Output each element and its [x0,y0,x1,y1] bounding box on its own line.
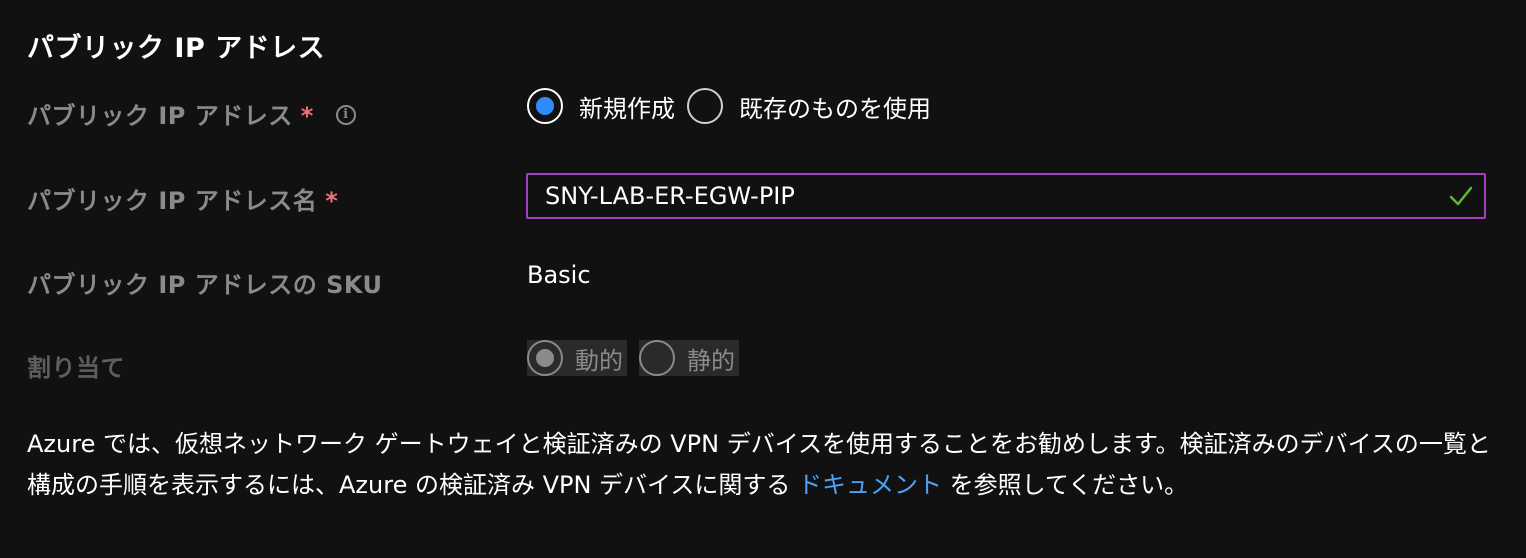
radio-button-unselected-disabled [639,340,675,376]
public-ip-name-input[interactable]: SNY-LAB-ER-EGW-PIP [526,173,1486,219]
assignment-label: 割り当て [27,348,125,383]
public-ip-name-value[interactable]: SNY-LAB-ER-EGW-PIP [545,182,1448,210]
public-ip-label: パブリック IP アドレス * i [27,96,356,131]
assignment-radio-group: 動的 静的 [527,340,751,376]
radio-use-existing-label: 既存のものを使用 [739,94,931,123]
public-ip-name-label-text: パブリック IP アドレス名 [27,187,318,215]
radio-button-selected-disabled [527,340,563,376]
public-ip-sku-label-text: パブリック IP アドレスの SKU [27,271,383,299]
assignment-label-text: 割り当て [27,354,125,382]
public-ip-label-text: パブリック IP アドレス [27,102,293,130]
public-ip-name-label: パブリック IP アドレス名 * [27,181,338,216]
info-paragraph: Azure では、仮想ネットワーク ゲートウェイと検証済みの VPN デバイスを… [27,424,1497,506]
radio-button-unselected[interactable] [687,88,723,124]
radio-create-new[interactable]: 新規作成 [527,88,675,124]
radio-create-new-label: 新規作成 [579,94,675,123]
radio-dynamic-label: 動的 [575,346,623,375]
public-ip-sku-label: パブリック IP アドレスの SKU [27,265,383,300]
info-text-after: を参照してください。 [941,471,1189,499]
public-ip-radio-group: 新規作成 既存のものを使用 [527,88,943,124]
info-icon[interactable]: i [335,105,356,125]
checkmark-icon [1449,186,1473,206]
documentation-link[interactable]: ドキュメント [798,471,942,499]
required-mark: * [300,102,314,130]
info-text-before: Azure では、仮想ネットワーク ゲートウェイと検証済みの VPN デバイスを… [27,430,1491,499]
radio-dot [536,97,554,115]
radio-static: 静的 [639,340,739,376]
radio-dot [536,349,554,367]
radio-dynamic: 動的 [527,340,627,376]
public-ip-sku-value: Basic [527,261,591,289]
required-mark: * [325,187,339,215]
radio-button-selected[interactable] [527,88,563,124]
radio-static-label: 静的 [687,346,735,375]
section-title: パブリック IP アドレス [27,33,326,64]
radio-use-existing[interactable]: 既存のものを使用 [687,88,931,124]
